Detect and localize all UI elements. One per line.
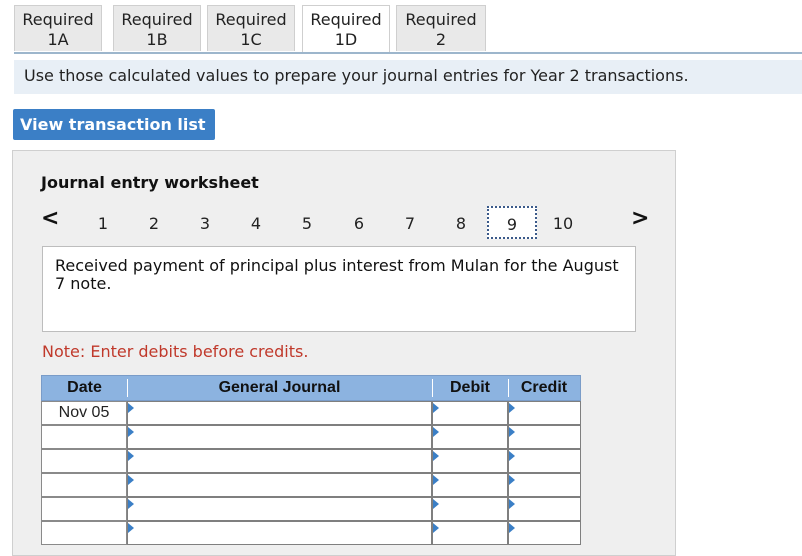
dropdown-marker-icon	[509, 427, 515, 437]
table-row: Nov 05	[41, 401, 581, 425]
debit-input[interactable]	[432, 521, 508, 545]
dropdown-marker-icon	[128, 451, 134, 461]
table-row	[41, 521, 581, 545]
tab-label-line1: Required	[121, 10, 193, 29]
prev-entry-arrow[interactable]: <	[41, 206, 59, 231]
header-debit: Debit	[432, 379, 509, 397]
debit-input[interactable]	[432, 425, 508, 449]
table-row	[41, 449, 581, 473]
tab-label-line2: 1D	[334, 30, 358, 49]
credit-input[interactable]	[508, 425, 581, 449]
general-journal-table: Date General Journal Debit Credit Nov 05	[41, 375, 581, 545]
table-row	[41, 473, 581, 497]
dropdown-marker-icon	[509, 475, 515, 485]
instruction-text: Use those calculated values to prepare y…	[14, 60, 802, 94]
tab-label-line1: Required	[405, 10, 477, 29]
tab-label-line2: 1A	[47, 30, 69, 49]
header-general-journal: General Journal	[127, 379, 433, 397]
transaction-description: Received payment of principal plus inter…	[42, 246, 636, 332]
date-cell[interactable]	[41, 425, 127, 449]
page-3[interactable]: 3	[190, 214, 220, 233]
dropdown-marker-icon	[509, 451, 515, 461]
tab-label-line2: 2	[435, 30, 447, 49]
tab-label-line1: Required	[22, 10, 94, 29]
tab-required-2[interactable]: Required 2	[396, 5, 486, 51]
debit-input[interactable]	[432, 401, 508, 425]
dropdown-marker-icon	[128, 427, 134, 437]
tab-label-line1: Required	[215, 10, 287, 29]
debit-input[interactable]	[432, 497, 508, 521]
entry-pager: < 1 2 3 4 5 6 7 8 9 10 >	[13, 206, 675, 242]
page-10[interactable]: 10	[548, 214, 578, 233]
dropdown-marker-icon	[509, 403, 515, 413]
dropdown-marker-icon	[509, 523, 515, 533]
date-cell[interactable]	[41, 449, 127, 473]
date-cell[interactable]	[41, 497, 127, 521]
date-cell[interactable]	[41, 521, 127, 545]
credit-input[interactable]	[508, 401, 581, 425]
next-entry-arrow[interactable]: >	[631, 206, 649, 231]
page-1[interactable]: 1	[88, 214, 118, 233]
page-2[interactable]: 2	[139, 214, 169, 233]
table-row	[41, 425, 581, 449]
header-date: Date	[42, 379, 128, 397]
header-credit: Credit	[520, 379, 568, 396]
page-4[interactable]: 4	[241, 214, 271, 233]
account-input[interactable]	[127, 449, 432, 473]
credit-input[interactable]	[508, 449, 581, 473]
dropdown-marker-icon	[128, 499, 134, 509]
account-input[interactable]	[127, 497, 432, 521]
tab-required-1d[interactable]: Required 1D	[302, 5, 390, 53]
account-input[interactable]	[127, 521, 432, 545]
worksheet-title: Journal entry worksheet	[41, 173, 259, 192]
debits-before-credits-note: Note: Enter debits before credits.	[42, 342, 309, 361]
page-8[interactable]: 8	[446, 214, 476, 233]
credit-input[interactable]	[508, 497, 581, 521]
tab-label-line2: 1B	[146, 30, 168, 49]
tabs-divider	[14, 52, 802, 54]
journal-entry-worksheet: Journal entry worksheet < 1 2 3 4 5 6 7 …	[12, 150, 676, 556]
date-cell[interactable]	[41, 473, 127, 497]
debit-input[interactable]	[432, 449, 508, 473]
tab-required-1a[interactable]: Required 1A	[14, 5, 102, 51]
dropdown-marker-icon	[433, 427, 439, 437]
dropdown-marker-icon	[433, 403, 439, 413]
tab-required-1b[interactable]: Required 1B	[113, 5, 201, 51]
credit-input[interactable]	[508, 521, 581, 545]
tab-label-line1: Required	[310, 10, 382, 29]
dropdown-marker-icon	[128, 475, 134, 485]
dropdown-marker-icon	[433, 499, 439, 509]
dropdown-marker-icon	[128, 523, 134, 533]
date-cell[interactable]: Nov 05	[41, 401, 127, 425]
dropdown-marker-icon	[128, 403, 134, 413]
account-input[interactable]	[127, 425, 432, 449]
journal-header-row: Date General Journal Debit Credit	[41, 375, 581, 401]
dropdown-marker-icon	[509, 499, 515, 509]
dropdown-marker-icon	[433, 451, 439, 461]
tab-required-1c[interactable]: Required 1C	[207, 5, 295, 51]
view-transaction-list-button[interactable]: View transaction list	[13, 109, 215, 140]
table-row	[41, 497, 581, 521]
account-input[interactable]	[127, 401, 432, 425]
page-6[interactable]: 6	[344, 214, 374, 233]
page-5[interactable]: 5	[292, 214, 322, 233]
page-7[interactable]: 7	[395, 214, 425, 233]
tab-label-line2: 1C	[240, 30, 262, 49]
credit-input[interactable]	[508, 473, 581, 497]
debit-input[interactable]	[432, 473, 508, 497]
account-input[interactable]	[127, 473, 432, 497]
dropdown-marker-icon	[433, 523, 439, 533]
dropdown-marker-icon	[433, 475, 439, 485]
page-9-active[interactable]: 9	[487, 206, 537, 239]
